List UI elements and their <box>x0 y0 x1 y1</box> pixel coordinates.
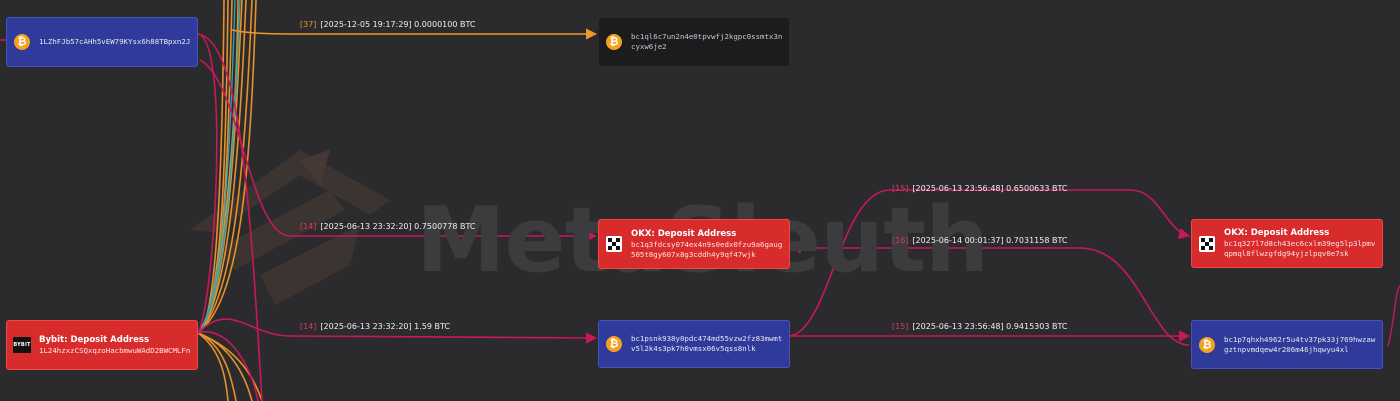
bitcoin-icon: ₿ <box>13 33 31 51</box>
address-node-n2[interactable]: ₿ bc1ql6c7un2n4e0tpvwfj2kgpc0ssmtx3ncyxw… <box>598 17 790 67</box>
node-address: bc1ql6c7un2n4e0tpvwfj2kgpc0ssmtx3ncyxw6j… <box>631 32 783 51</box>
edge-text: [2025-12-05 19:17:29] 0.0000100 BTC <box>320 20 476 29</box>
edge-index: [14] <box>300 322 317 331</box>
node-title: OKX: Deposit Address <box>631 228 737 239</box>
edge-text: [2025-06-14 00:01:37] 0.7031158 BTC <box>912 236 1068 245</box>
edge-label-e1[interactable]: [37] [2025-12-05 19:17:29] 0.0000100 BTC <box>300 20 475 29</box>
node-address: 1L24hzxzCSQxqzoHacbmwuWAdD2BWCMLFn <box>39 345 191 355</box>
address-node-n7[interactable]: ₿ bc1p7qhxh4962r5u4tv37pk33j769hwzawgztn… <box>1191 320 1383 369</box>
node-address: bc1q327l7d8ch43ec6cxlm39eg5lp3lpmvqpmql8… <box>1224 239 1376 258</box>
edge-right-out <box>1387 285 1400 347</box>
edge-text: [2025-06-13 23:32:20] 0.7500778 BTC <box>320 222 476 231</box>
bitcoin-icon: ₿ <box>605 335 623 353</box>
address-node-n5[interactable]: ₿ bc1psnk938y0pdc474md55vzw2fz83mwmtv5l2… <box>598 320 790 368</box>
edge-label-e4[interactable]: [15] [2025-06-13 23:56:48] 0.6500633 BTC <box>892 184 1067 193</box>
edge-label-e3[interactable]: [14] [2025-06-13 23:32:20] 1.59 BTC <box>300 322 450 331</box>
edge-text: [2025-06-13 23:56:48] 0.9415303 BTC <box>912 322 1068 331</box>
edge-index: [37] <box>300 20 317 29</box>
bitcoin-icon: ₿ <box>1198 336 1216 354</box>
node-title: Bybit: Deposit Address <box>39 334 150 345</box>
bitcoin-icon: ₿ <box>605 33 623 51</box>
node-address: bc1p7qhxh4962r5u4tv37pk33j769hwzawgztnpv… <box>1224 334 1376 354</box>
node-title: OKX: Deposit Address <box>1224 228 1330 238</box>
edge-index: [14] <box>300 222 317 231</box>
okx-logo-icon <box>605 235 623 253</box>
edge-index: [16] <box>892 236 909 245</box>
edge-text: [2025-06-13 23:56:48] 0.6500633 BTC <box>912 184 1068 193</box>
edge-e1[interactable] <box>231 28 598 40</box>
edge-index: [15] <box>892 322 909 331</box>
address-node-n4[interactable]: BYBIT Bybit: Deposit Address 1L24hzxzCSQ… <box>6 320 198 370</box>
edge-label-e6[interactable]: [15] [2025-06-13 23:56:48] 0.9415303 BTC <box>892 322 1067 331</box>
node-address: bc1q3fdcsy074ex4n9s0edx0fzu9a6gaug505t8g… <box>631 239 783 259</box>
edge-text: [2025-06-13 23:32:20] 1.59 BTC <box>320 322 451 331</box>
node-address: bc1psnk938y0pdc474md55vzw2fz83mwmtv5l2k4… <box>631 334 783 353</box>
address-node-n3[interactable]: OKX: Deposit Address bc1q3fdcsy074ex4n9s… <box>598 219 790 269</box>
edge-label-e5[interactable]: [16] [2025-06-14 00:01:37] 0.7031158 BTC <box>892 236 1067 245</box>
address-node-n6[interactable]: OKX: Deposit Address bc1q327l7d8ch43ec6c… <box>1191 219 1383 268</box>
okx-logo-icon <box>1198 235 1216 253</box>
edge-index: [15] <box>892 184 909 193</box>
address-node-n1[interactable]: ₿ 1LZhFJb57cAHh5vEW79KYsx6h88TBpxn2J <box>6 17 198 67</box>
bybit-logo-icon: BYBIT <box>13 336 31 354</box>
edge-label-e2[interactable]: [14] [2025-06-13 23:32:20] 0.7500778 BTC <box>300 222 475 231</box>
node-address: 1LZhFJb57cAHh5vEW79KYsx6h88TBpxn2J <box>39 37 191 46</box>
